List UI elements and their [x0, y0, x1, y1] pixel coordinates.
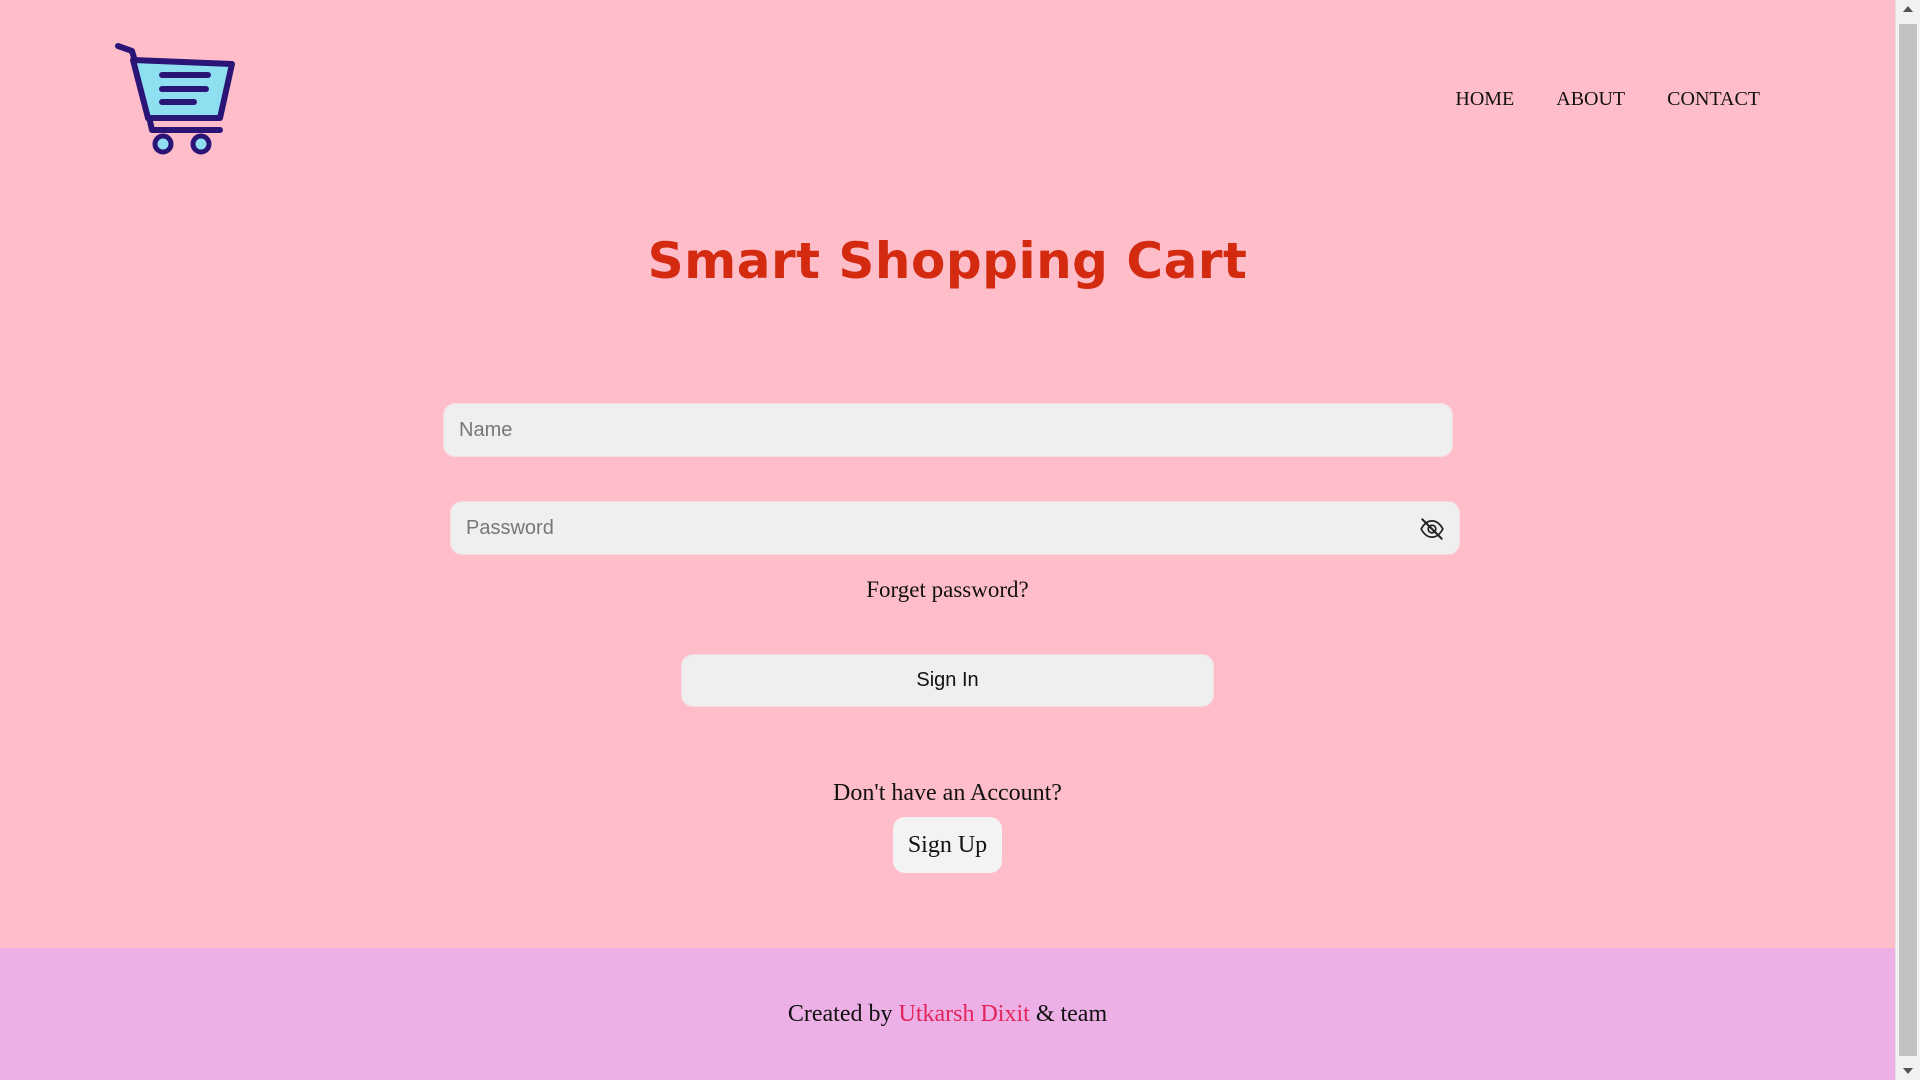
nav-contact-link[interactable]: CONTACT [1667, 88, 1760, 111]
nav-about-link[interactable]: ABOUT [1556, 88, 1625, 111]
main-nav: HOME ABOUT CONTACT [1455, 88, 1760, 111]
password-field-wrapper [450, 501, 1460, 555]
footer: Created by Utkarsh Dixit & team [0, 948, 1895, 1080]
scrollbar-thumb[interactable] [1899, 24, 1917, 1056]
footer-suffix: & team [1035, 1001, 1108, 1027]
name-input[interactable] [444, 404, 1452, 456]
eye-slash-icon[interactable] [1419, 516, 1445, 542]
sign-up-button[interactable]: Sign Up [893, 817, 1002, 873]
page-title: Smart Shopping Cart [647, 232, 1248, 290]
scroll-down-arrow-icon[interactable] [1903, 1068, 1913, 1074]
name-field-wrapper [443, 403, 1453, 457]
footer-credit: Created by Utkarsh Dixit & team [0, 1001, 1895, 1028]
vertical-scrollbar[interactable] [1895, 0, 1920, 1080]
page: HOME ABOUT CONTACT Smart Shopping Cart F… [0, 0, 1895, 1080]
forget-password-link[interactable]: Forget password? [0, 577, 1895, 603]
sign-in-button[interactable]: Sign In [681, 654, 1214, 707]
footer-author-link[interactable]: Utkarsh Dixit [898, 1001, 1029, 1027]
footer-prefix: Created by [787, 1001, 893, 1027]
shopping-cart-icon[interactable] [112, 40, 238, 156]
scroll-up-arrow-icon[interactable] [1903, 6, 1913, 12]
nav-home-link[interactable]: HOME [1455, 88, 1514, 111]
password-input[interactable] [451, 502, 1459, 554]
no-account-text: Don't have an Account? [833, 780, 1062, 806]
